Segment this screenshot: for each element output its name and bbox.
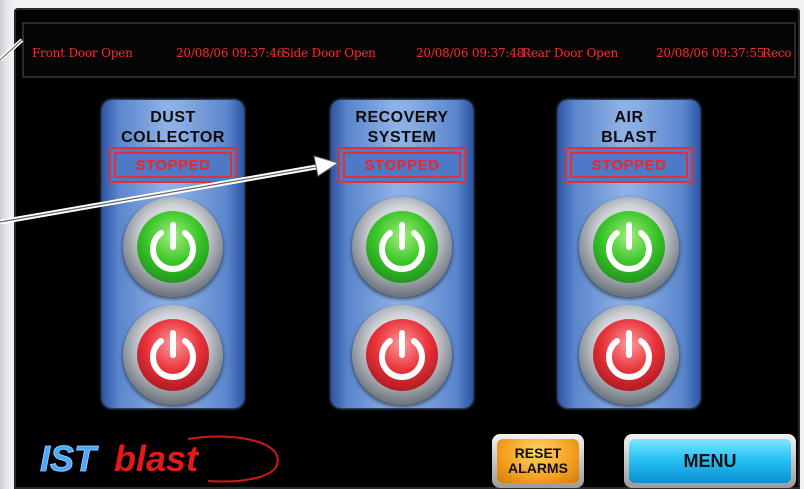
power-icon	[379, 222, 425, 272]
power-icon	[150, 330, 196, 380]
start-button[interactable]	[352, 197, 452, 297]
stop-button[interactable]	[352, 305, 452, 405]
status-badge: STOPPED	[338, 147, 466, 183]
reset-alarms-button[interactable]: RESET ALARMS	[492, 434, 584, 488]
menu-button[interactable]: MENU	[624, 434, 796, 488]
power-icon	[150, 222, 196, 272]
reset-label-line1: RESET	[514, 445, 562, 461]
alarm-timestamp: 20/08/06 09:37:55	[656, 46, 765, 60]
status-badge: STOPPED	[565, 147, 693, 183]
alarm-message: Side Door Open	[282, 46, 376, 60]
panel-recovery-system: RECOVERY SYSTEM STOPPED	[331, 100, 473, 408]
panel-title-line2: SYSTEM	[367, 129, 437, 146]
stop-button[interactable]	[123, 305, 223, 405]
status-text: STOPPED	[114, 152, 232, 178]
panel-title-line2: BLAST	[601, 129, 657, 146]
panel-title: DUST COLLECTOR	[102, 108, 244, 148]
power-icon	[606, 222, 652, 272]
panel-title: AIR BLAST	[558, 108, 700, 148]
alarm-message: Rear Door Open	[522, 46, 619, 60]
stop-button[interactable]	[579, 305, 679, 405]
panel-title-line2: COLLECTOR	[121, 129, 225, 146]
reset-label-line2: ALARMS	[508, 460, 568, 476]
start-button[interactable]	[123, 197, 223, 297]
alarm-message: Front Door Open	[32, 46, 133, 60]
status-text: STOPPED	[343, 152, 461, 178]
panel-title-line1: RECOVERY	[355, 109, 449, 126]
alarm-banner: Front Door Open 20/08/06 09:37:46 Side D…	[22, 22, 796, 78]
panel-dust-collector: DUST COLLECTOR STOPPED	[102, 100, 244, 408]
panel-air-blast: AIR BLAST STOPPED	[558, 100, 700, 408]
alarm-message: Reco	[762, 46, 792, 60]
status-text: STOPPED	[570, 152, 688, 178]
status-badge: STOPPED	[109, 147, 237, 183]
panel-title-line1: AIR	[614, 109, 644, 126]
alarm-timestamp: 20/08/06 09:37:48	[416, 46, 525, 60]
power-icon	[606, 330, 652, 380]
logo-text-blast: blast	[114, 438, 200, 479]
logo-text-ist: IST	[40, 438, 99, 479]
power-icon	[379, 330, 425, 380]
panel-title: RECOVERY SYSTEM	[331, 108, 473, 148]
menu-label: MENU	[629, 439, 791, 483]
hmi-screen: Front Door Open 20/08/06 09:37:46 Side D…	[14, 8, 800, 489]
start-button[interactable]	[579, 197, 679, 297]
istblast-logo: IST blast	[40, 435, 279, 483]
alarm-timestamp: 20/08/06 09:37:46	[176, 46, 285, 60]
panel-title-line1: DUST	[150, 109, 196, 126]
